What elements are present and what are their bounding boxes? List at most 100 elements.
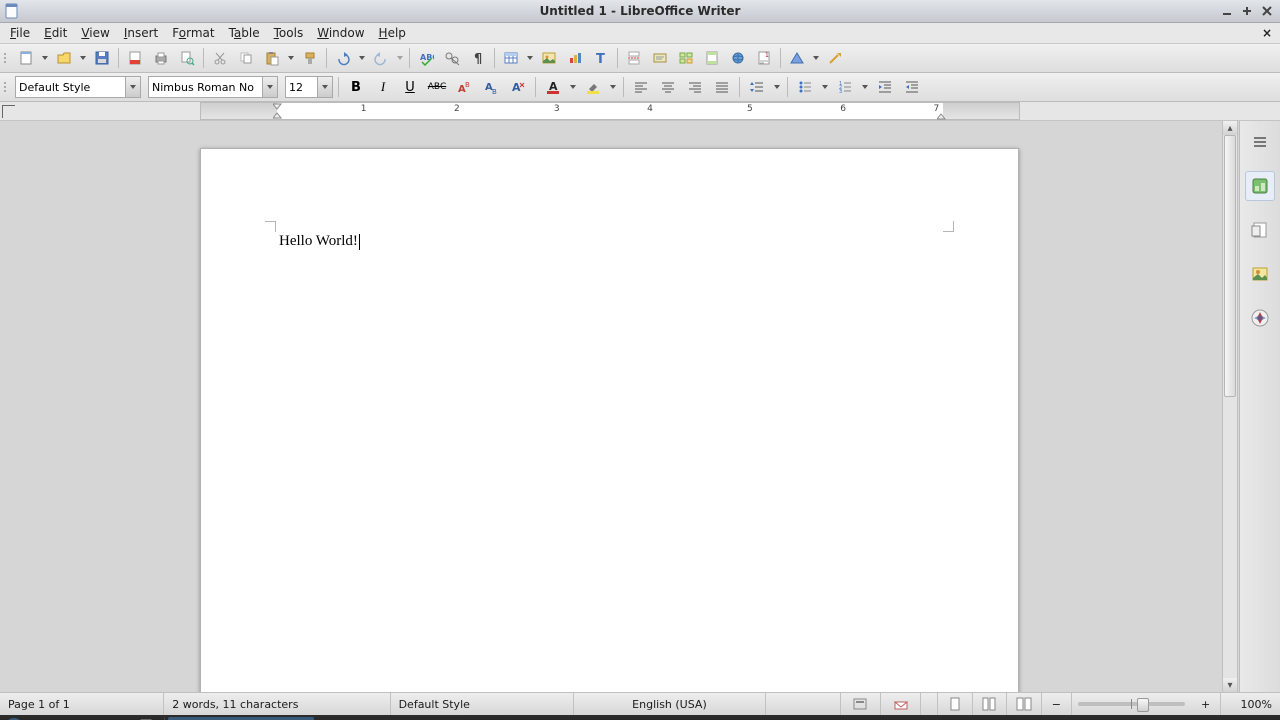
vertical-scrollbar[interactable]: ▴ ▾: [1222, 121, 1238, 692]
new-dropdown[interactable]: [40, 47, 50, 69]
status-language[interactable]: English (USA): [574, 693, 765, 715]
bullets-button[interactable]: [793, 75, 817, 99]
document-content[interactable]: Hello World!: [279, 233, 360, 250]
numbering-dropdown[interactable]: [860, 76, 870, 98]
menu-window[interactable]: Window: [311, 24, 370, 42]
font-color-button[interactable]: A: [541, 75, 565, 99]
footnote-button[interactable]: 1: [752, 46, 776, 70]
open-button[interactable]: [52, 46, 76, 70]
toolbar-grip[interactable]: [4, 76, 10, 98]
line-spacing-button[interactable]: [745, 75, 769, 99]
table-button[interactable]: [499, 46, 523, 70]
start-menu-button[interactable]: [3, 716, 25, 720]
view-book-button[interactable]: [1007, 693, 1041, 715]
italic-button[interactable]: I: [371, 75, 395, 99]
strikethrough-button[interactable]: ABC: [425, 75, 449, 99]
view-multi-page-button[interactable]: [973, 693, 1007, 715]
status-signature[interactable]: [881, 693, 921, 715]
status-page[interactable]: Page 1 of 1: [0, 693, 164, 715]
align-left-button[interactable]: [629, 75, 653, 99]
sidebar-styles-button[interactable]: [1245, 215, 1275, 245]
indent-marker-left[interactable]: [273, 102, 283, 120]
align-right-button[interactable]: [683, 75, 707, 99]
zoom-value[interactable]: 100%: [1221, 693, 1280, 715]
scroll-down-button[interactable]: ▾: [1223, 678, 1237, 692]
font-color-dropdown[interactable]: [568, 76, 578, 98]
textbox-button[interactable]: T: [589, 46, 613, 70]
toolbar-grip[interactable]: [4, 47, 10, 69]
menu-tools[interactable]: Tools: [268, 24, 310, 42]
page[interactable]: Hello World!: [200, 148, 1019, 692]
line-spacing-dropdown[interactable]: [772, 76, 782, 98]
underline-button[interactable]: U: [398, 75, 422, 99]
highlight-dropdown[interactable]: [608, 76, 618, 98]
undo-dropdown[interactable]: [357, 47, 367, 69]
spellcheck-button[interactable]: ABC: [414, 46, 438, 70]
menu-edit[interactable]: Edit: [38, 24, 73, 42]
align-center-button[interactable]: [656, 75, 680, 99]
sidebar-properties-button[interactable]: [1245, 171, 1275, 201]
menu-table[interactable]: Table: [223, 24, 266, 42]
export-pdf-button[interactable]: [123, 46, 147, 70]
draw-functions-button[interactable]: [823, 46, 847, 70]
nonprinting-chars-button[interactable]: ¶: [466, 46, 490, 70]
page-break-button[interactable]: [622, 46, 646, 70]
table-dropdown[interactable]: [525, 47, 535, 69]
increase-indent-button[interactable]: [873, 75, 897, 99]
font-size-combo[interactable]: 12: [285, 76, 333, 98]
decrease-indent-button[interactable]: [900, 75, 924, 99]
superscript-button[interactable]: AB: [452, 75, 476, 99]
bullets-dropdown[interactable]: [820, 76, 830, 98]
hyperlink-button[interactable]: [726, 46, 750, 70]
print-button[interactable]: [149, 46, 173, 70]
menu-view[interactable]: View: [75, 24, 115, 42]
save-button[interactable]: [90, 46, 114, 70]
numbering-button[interactable]: 123: [833, 75, 857, 99]
highlight-button[interactable]: [581, 75, 605, 99]
paste-dropdown[interactable]: [286, 47, 296, 69]
zoom-in-button[interactable]: +: [1191, 693, 1222, 715]
print-preview-button[interactable]: [175, 46, 199, 70]
redo-dropdown[interactable]: [395, 47, 405, 69]
font-name-combo[interactable]: Nimbus Roman No: [148, 76, 278, 98]
status-style[interactable]: Default Style: [391, 693, 575, 715]
horizontal-ruler[interactable]: 1 2 3 4 5 6 7: [200, 102, 1020, 120]
copy-button[interactable]: [234, 46, 258, 70]
paste-button[interactable]: [260, 46, 284, 70]
header-footer-button[interactable]: [700, 46, 724, 70]
paragraph-style-combo[interactable]: Default Style: [15, 76, 141, 98]
cut-button[interactable]: [208, 46, 232, 70]
status-insert-mode[interactable]: [766, 693, 841, 715]
field-button[interactable]: [648, 46, 672, 70]
undo-button[interactable]: [331, 46, 355, 70]
shapes-button[interactable]: [785, 46, 809, 70]
view-single-page-button[interactable]: [937, 693, 972, 715]
document-close-button[interactable]: ×: [1258, 26, 1276, 40]
sidebar-gallery-button[interactable]: [1245, 259, 1275, 289]
special-char-button[interactable]: [674, 46, 698, 70]
find-replace-button[interactable]: [440, 46, 464, 70]
clear-formatting-button[interactable]: A: [506, 75, 530, 99]
subscript-button[interactable]: AB: [479, 75, 503, 99]
scroll-up-button[interactable]: ▴: [1223, 121, 1237, 135]
align-justify-button[interactable]: [710, 75, 734, 99]
menu-format[interactable]: Format: [166, 24, 220, 42]
indent-marker-right[interactable]: [937, 111, 947, 121]
status-selection-mode[interactable]: [841, 693, 881, 715]
zoom-slider[interactable]: [1078, 702, 1185, 706]
sidebar-navigator-button[interactable]: [1245, 303, 1275, 333]
zoom-out-button[interactable]: −: [1042, 693, 1073, 715]
shapes-dropdown[interactable]: [811, 47, 821, 69]
menu-help[interactable]: Help: [373, 24, 412, 42]
new-button[interactable]: [14, 46, 38, 70]
open-dropdown[interactable]: [78, 47, 88, 69]
sidebar-settings-button[interactable]: [1245, 127, 1275, 157]
chart-button[interactable]: [563, 46, 587, 70]
scroll-thumb[interactable]: [1224, 135, 1236, 397]
bold-button[interactable]: B: [344, 75, 368, 99]
image-button[interactable]: [537, 46, 561, 70]
redo-button[interactable]: [369, 46, 393, 70]
clone-formatting-button[interactable]: [298, 46, 322, 70]
menu-insert[interactable]: Insert: [118, 24, 164, 42]
menu-file[interactable]: File: [4, 24, 36, 42]
